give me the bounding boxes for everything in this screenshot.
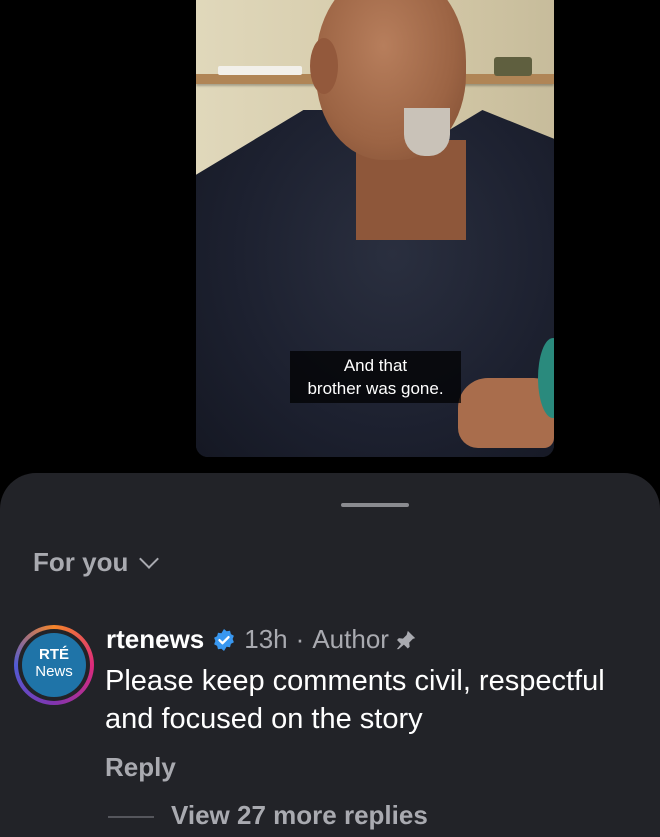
- reply-button[interactable]: Reply: [105, 752, 176, 783]
- comment-filter-dropdown[interactable]: For you: [33, 547, 160, 578]
- caption-line-1: And that: [343, 356, 408, 375]
- meta-separator: ·: [295, 624, 305, 654]
- sheet-drag-handle[interactable]: [341, 503, 409, 507]
- chevron-down-icon: [139, 548, 160, 569]
- video-person-ear: [310, 38, 338, 94]
- comment-time: 13h: [244, 624, 288, 654]
- avatar-logo-line2: News: [35, 663, 73, 680]
- comment-author-role: Author: [312, 624, 389, 654]
- video-shelf-item: [218, 66, 302, 75]
- video-person-beard: [404, 108, 450, 156]
- view-more-replies-button[interactable]: View 27 more replies: [171, 800, 428, 831]
- avatar-logo-line1: RTÉ: [39, 646, 69, 663]
- comment-header: rtenews 13h · Author: [106, 624, 417, 655]
- caption-line-2: brother was gone.: [307, 379, 444, 398]
- rte-news-logo: RTÉ News: [22, 633, 86, 697]
- comment-filter-label: For you: [33, 547, 129, 577]
- comment-username[interactable]: rtenews: [106, 624, 204, 655]
- video-caption: And that brother was gone.: [290, 351, 461, 403]
- pin-icon: [396, 630, 416, 649]
- video-jar: [494, 57, 532, 76]
- comments-sheet: For you RTÉ News rtenews 13h · Author Pl…: [0, 473, 660, 837]
- comment-text: Please keep comments civil, respectful a…: [105, 665, 605, 735]
- avatar[interactable]: RTÉ News: [18, 629, 90, 701]
- replies-divider: [108, 816, 154, 818]
- verified-badge-icon: [214, 628, 235, 651]
